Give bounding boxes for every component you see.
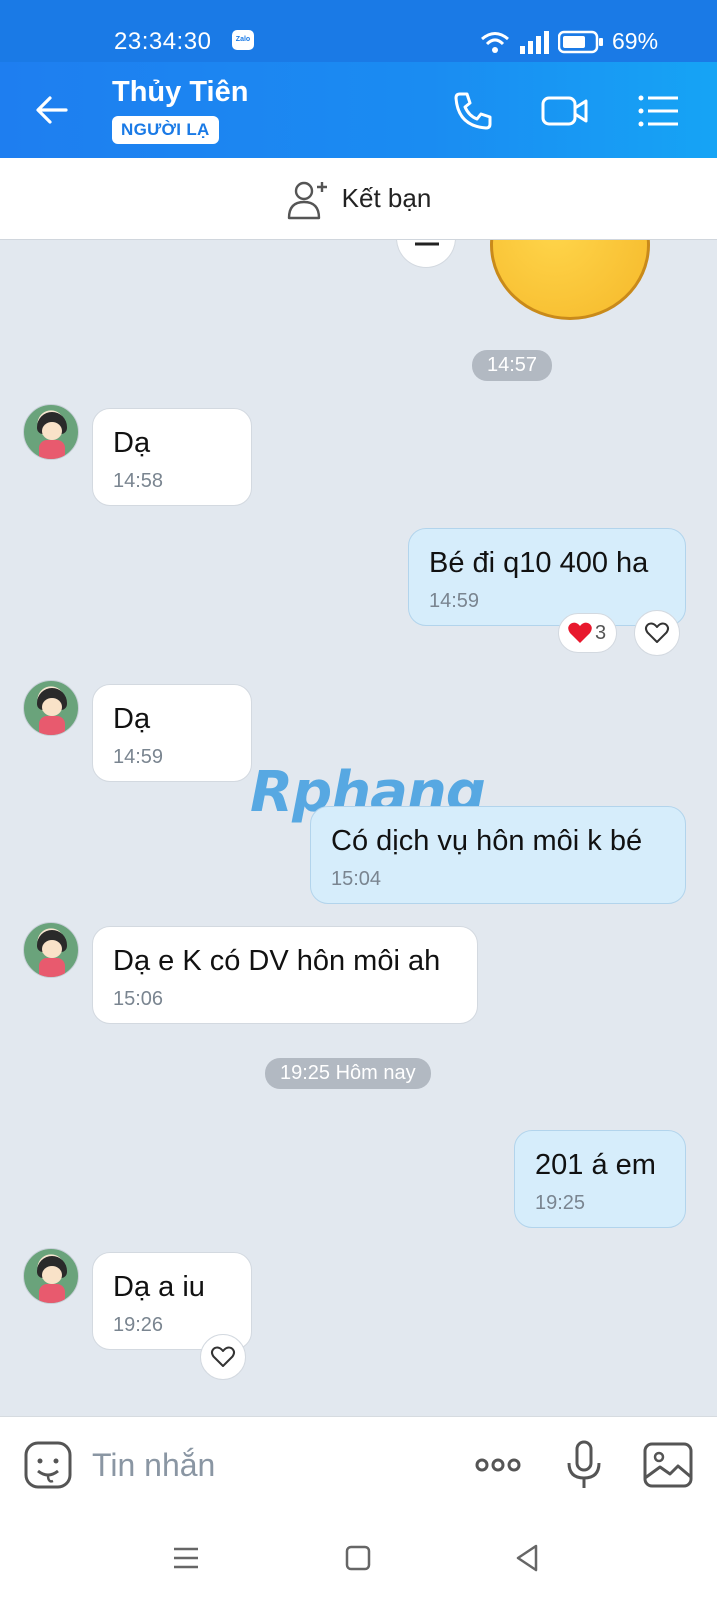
time-separator: 14:57: [472, 350, 553, 381]
zalo-notification-icon: Zalo: [232, 30, 254, 50]
phone-icon[interactable]: [448, 86, 498, 136]
heart-outline-icon: [211, 1346, 235, 1367]
system-nav-bar: [0, 1516, 717, 1600]
message-text: Bé đi q10 400 ha: [429, 547, 649, 579]
message-text: Dạ e K có DV hôn môi ah: [113, 945, 441, 977]
more-options-icon[interactable]: [470, 1437, 526, 1493]
back-arrow-icon[interactable]: [32, 90, 72, 130]
reaction-summary[interactable]: 3: [558, 613, 618, 653]
message-text: 201 á em: [535, 1149, 656, 1181]
wifi-icon: [481, 31, 509, 53]
add-friend-label: Kết bạn: [341, 183, 432, 213]
message-bubble-outgoing[interactable]: 201 á em 19:25: [514, 1130, 686, 1228]
message-text: Dạ: [113, 703, 151, 735]
message-time: 19:26: [113, 1314, 164, 1336]
image-gallery-icon[interactable]: [640, 1437, 696, 1493]
contact-avatar[interactable]: [23, 680, 79, 736]
contact-avatar[interactable]: [23, 404, 79, 460]
recent-apps-icon[interactable]: [166, 1538, 206, 1578]
microphone-icon[interactable]: [556, 1437, 612, 1493]
reaction-count: 3: [595, 621, 607, 644]
message-time: 15:06: [113, 988, 164, 1010]
message-bubble-outgoing[interactable]: Bé đi q10 400 ha 14:59: [408, 528, 686, 626]
heart-reaction-icon: [568, 622, 592, 643]
message-text: Có dịch vụ hôn môi k bé: [331, 825, 643, 857]
message-time: 14:58: [113, 470, 164, 492]
composer-bar: Tin nhắn: [0, 1416, 717, 1516]
message-bubble-outgoing[interactable]: Có dịch vụ hôn môi k bé 15:04: [310, 806, 686, 904]
message-input[interactable]: Tin nhắn: [92, 1447, 215, 1484]
message-bubble-incoming[interactable]: Dạ 14:59: [92, 684, 252, 782]
chat-header: Thủy Tiên NGƯỜI LẠ: [0, 62, 717, 158]
message-bubble-incoming[interactable]: Dạ 14:58: [92, 408, 252, 506]
message-time: 14:59: [113, 746, 164, 768]
contact-avatar[interactable]: [23, 922, 79, 978]
contact-name[interactable]: Thủy Tiên: [112, 76, 248, 109]
back-icon[interactable]: [508, 1538, 548, 1578]
status-icons: 69%: [480, 28, 658, 55]
video-call-icon[interactable]: [540, 86, 590, 136]
menu-list-icon[interactable]: [634, 86, 684, 136]
status-time: 23:34:30: [114, 28, 212, 55]
time-separator: 19:25 Hôm nay: [265, 1058, 431, 1089]
emoji-sticker-icon[interactable]: [20, 1437, 76, 1493]
battery-percent: 69%: [612, 28, 659, 54]
add-friend-button[interactable]: Kết bạn: [0, 158, 717, 240]
heart-outline-icon: [645, 622, 669, 643]
sticker-partial: [490, 240, 650, 320]
message-bubble-incoming[interactable]: Dạ e K có DV hôn môi ah 15:06: [92, 926, 478, 1024]
contact-avatar[interactable]: [23, 1248, 79, 1304]
battery-icon: [558, 30, 603, 53]
message-text: Dạ a iu: [113, 1271, 205, 1303]
message-time: 19:25: [535, 1192, 586, 1214]
stranger-tag: NGƯỜI LẠ: [112, 116, 219, 144]
message-list[interactable]: 14:57 Dạ 14:58 Bé đi q10 400 ha 14:59 3 …: [0, 240, 717, 1416]
status-bar: 23:34:30 Zalo 69%: [0, 0, 717, 62]
react-button[interactable]: [200, 1334, 246, 1380]
download-icon: [415, 242, 439, 246]
message-time: 15:04: [331, 868, 382, 890]
download-button[interactable]: [396, 240, 456, 268]
message-text: Dạ: [113, 427, 151, 459]
home-icon[interactable]: [338, 1538, 378, 1578]
add-friend-icon: [287, 181, 327, 219]
message-time: 14:59: [429, 590, 480, 612]
react-button[interactable]: [634, 610, 680, 656]
signal-icon: [520, 30, 549, 54]
